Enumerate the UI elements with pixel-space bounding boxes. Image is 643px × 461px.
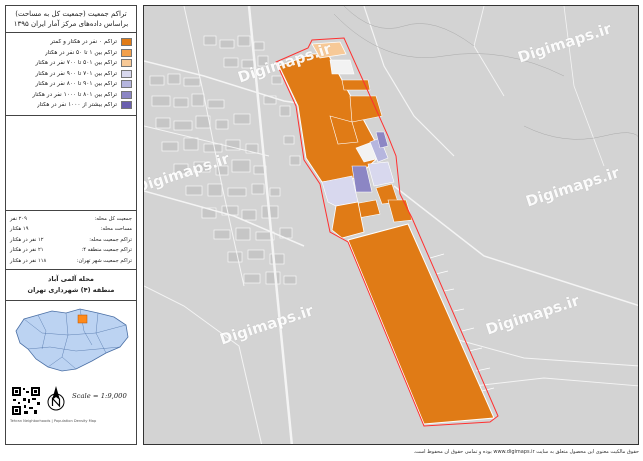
scale-label: Scale = 1:9,000	[72, 392, 127, 400]
stat-row: جمعیت کل محله: ۲۰۹ نفر	[10, 214, 132, 225]
legend-label: تراکم بیشتر از ۱۰۰۰ نفر در هکتار	[36, 102, 117, 109]
stat-key: تراکم جمعیت شهر تهران:	[76, 257, 132, 264]
stat-key: تراکم جمعیت منطقه ۴:	[81, 247, 132, 253]
legend-label: تراکم بین ۷۰۱ تا ۹۰۰ نفر در هکتار	[35, 70, 117, 77]
legend-panel: تراکم جمعیت (جمعیت کل به مساحت) براساس د…	[5, 5, 137, 445]
legend-swatch	[121, 80, 132, 89]
legend-swatch	[121, 90, 132, 99]
stat-value: ۱۹ هکتار	[10, 226, 29, 232]
legend-item: تراکم بین ۱ تا ۵۰ نفر در هکتار	[10, 48, 132, 59]
stat-value: ۱۱۸ نفر در هکتار	[10, 257, 47, 264]
credit-line: Tehran Neighborhoods | Population Densit…	[10, 419, 97, 423]
qr-code-icon[interactable]	[11, 386, 41, 416]
neighborhood-name: محله آلمی آباد	[48, 275, 94, 283]
map-title-line1: تراکم جمعیت (جمعیت کل به مساحت)	[15, 10, 127, 18]
legend-item: تراکم بین ۹۰۱ تا ۸۰۰ نفر در هکتار	[10, 79, 132, 90]
legend-swatch	[121, 38, 132, 47]
legend-swatch	[121, 69, 132, 78]
stat-row: مساحت محله: ۱۹ هکتار	[10, 224, 132, 235]
stat-key: مساحت محله:	[100, 226, 132, 232]
inset-map	[6, 301, 136, 381]
tehran-inset-svg	[6, 301, 136, 381]
stat-key: جمعیت کل محله:	[94, 215, 132, 222]
legend-label: تراکم بین ۵۰۱ تا ۷۰۰ نفر در هکتار	[35, 60, 117, 67]
stat-key: تراکم جمعیت محله:	[89, 236, 132, 243]
stat-value: ۲۱ نفر در هکتار	[10, 247, 44, 253]
stat-value: ۱۲ نفر در هکتار	[10, 236, 44, 243]
stat-row: تراکم جمعیت منطقه ۴: ۲۱ نفر در هکتار	[10, 245, 132, 256]
legend-swatch	[121, 101, 132, 110]
legend-label: تراکم بین ۸۰۱ تا ۱۰۰۰ نفر در هکتار	[32, 91, 117, 98]
legend-item: تراکم بین ۸۰۱ تا ۱۰۰۰ نفر در هکتار	[10, 90, 132, 101]
legend-label: تراکم بین ۹۰۱ تا ۸۰۰ نفر در هکتار	[35, 81, 117, 88]
map-title: تراکم جمعیت (جمعیت کل به مساحت) براساس د…	[6, 6, 136, 33]
district-name: منطقه (۴) شهرداری تهران	[27, 286, 115, 294]
legend-item: تراکم ۰ نفر در هکتار و کمتر	[10, 37, 132, 48]
legend-spacer	[6, 116, 136, 211]
map-sheet: تراکم جمعیت (جمعیت کل به مساحت) براساس د…	[0, 0, 643, 461]
map-title-line2: براساس داده‌های مرکز آمار ایران ۱۳۹۵	[13, 20, 129, 28]
legend-swatch	[121, 59, 132, 68]
map-canvas	[144, 6, 638, 444]
legend: تراکم ۰ نفر در هکتار و کمتر تراکم بین ۱ …	[6, 33, 136, 116]
legend-item: تراکم بین ۷۰۱ تا ۹۰۰ نفر در هکتار	[10, 69, 132, 80]
stat-value: ۲۰۹ نفر	[10, 215, 27, 222]
stat-row: تراکم جمعیت شهر تهران: ۱۱۸ نفر در هکتار	[10, 256, 132, 267]
stats-table: جمعیت کل محله: ۲۰۹ نفر مساحت محله: ۱۹ هک…	[6, 211, 136, 270]
legend-item: تراکم بین ۵۰۱ تا ۷۰۰ نفر در هکتار	[10, 58, 132, 69]
main-map[interactable]: Digimaps.ir Digimaps.ir Digimaps.ir Digi…	[143, 5, 639, 445]
map-furniture: Scale = 1:9,000 Tehran Neighborhoods | P…	[6, 381, 136, 431]
north-arrow-icon	[47, 386, 65, 411]
legend-swatch	[121, 48, 132, 57]
place-name: محله آلمی آباد منطقه (۴) شهرداری تهران	[6, 270, 136, 301]
legend-label: تراکم بین ۱ تا ۵۰ نفر در هکتار	[44, 49, 117, 56]
legend-label: تراکم ۰ نفر در هکتار و کمتر	[50, 39, 117, 46]
stat-row: تراکم جمعیت محله: ۱۲ نفر در هکتار	[10, 235, 132, 246]
legend-item: تراکم بیشتر از ۱۰۰۰ نفر در هکتار	[10, 100, 132, 111]
copyright-footer: حقوق مالکیت معنوی این محصول متعلق به سای…	[413, 449, 639, 455]
